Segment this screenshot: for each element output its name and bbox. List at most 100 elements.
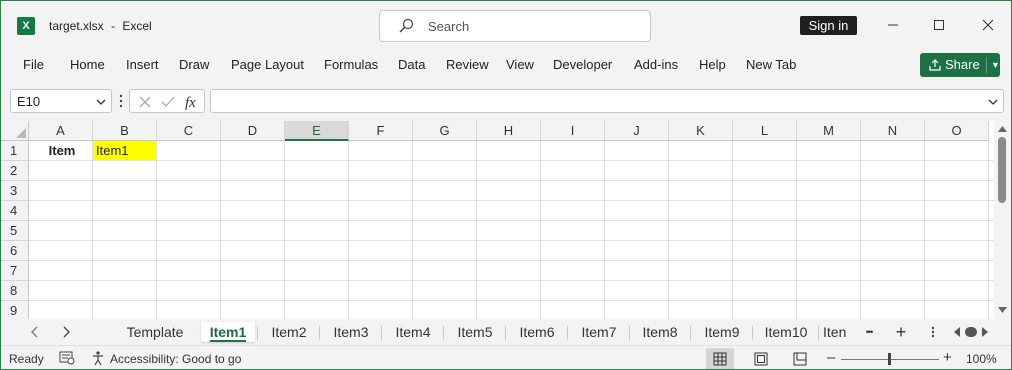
column-header-m[interactable]: M [797,121,861,141]
cancel-x-icon[interactable] [138,95,152,109]
select-all-corner[interactable] [1,121,29,141]
more-sheets-button[interactable]: ••• [857,322,881,342]
insert-function-fx-icon[interactable]: fx [184,93,202,111]
ribbon-tab-developer[interactable]: Developer [553,57,612,72]
ribbon-tab-add-ins[interactable]: Add-ins [634,57,678,72]
excel-window: X target.xlsx - Excel Search Sign in Fil… [0,0,1012,370]
row-header-7[interactable]: 7 [1,261,29,281]
sign-in-button[interactable]: Sign in [800,16,857,35]
horizontal-scroll-icon[interactable] [951,324,993,340]
gridline [29,300,994,301]
ribbon-tab-new-tab[interactable]: New Tab [746,57,796,72]
cell-b1[interactable]: Item1 [93,141,156,160]
zoom-slider-thumb[interactable] [888,353,891,365]
grid-view-icon [713,352,727,366]
worksheet-grid[interactable]: A B C D E F G H I J K L M N O 1 2 3 4 5 … [1,121,1011,319]
share-label: Share [945,57,980,72]
gridline [604,141,605,319]
column-header-a[interactable]: A [29,121,93,141]
row-header-9[interactable]: 9 [1,301,29,319]
minimize-icon[interactable] [881,13,905,37]
scroll-down-arrow-icon[interactable] [998,307,1007,314]
column-header-b[interactable]: B [93,121,157,141]
title-bar: X target.xlsx - Excel Search Sign in [1,1,1011,51]
formula-input[interactable] [210,89,1004,113]
column-header-o[interactable]: O [925,121,989,141]
column-header-g[interactable]: G [413,121,477,141]
ribbon-tab-page-layout[interactable]: Page Layout [231,57,304,72]
row-header-4[interactable]: 4 [1,201,29,221]
chevron-left-icon[interactable] [27,324,43,340]
enter-check-icon[interactable] [161,95,175,109]
ribbon-tab-insert[interactable]: Insert [126,57,159,72]
accessibility-icon[interactable] [91,350,107,366]
row-header-8[interactable]: 8 [1,281,29,301]
ribbon-tab-data[interactable]: Data [398,57,425,72]
status-bar: Ready Accessibility: Good to go – + 100% [1,345,1011,369]
sheet-tab-bar: Template Item1 Item2 Item3 Item4 Item5 I… [1,319,1011,345]
column-header-f[interactable]: F [349,121,413,141]
sheet-tab-item2[interactable]: Item2 [259,322,319,342]
zoom-out-button[interactable]: – [827,349,835,366]
column-header-d[interactable]: D [221,121,285,141]
scroll-up-arrow-icon[interactable] [998,125,1007,132]
sheet-options-icon[interactable] [929,325,937,339]
share-dropdown-chevron-icon[interactable]: ▼ [986,57,1000,73]
page-layout-view-button[interactable] [747,348,775,369]
sheet-tab-template[interactable]: Template [117,322,193,342]
ribbon-tab-formulas[interactable]: Formulas [324,57,378,72]
column-header-h[interactable]: H [477,121,541,141]
more-options-icon[interactable] [117,93,125,109]
ribbon-tab-file[interactable]: File [23,57,44,72]
search-box[interactable]: Search [379,10,651,42]
sheet-tab-item1[interactable]: Item1 [201,322,255,342]
sheet-tab-item6[interactable]: Item6 [507,322,567,342]
sheet-tab-truncated[interactable]: Iten [823,322,855,342]
sheet-tab-item7[interactable]: Item7 [569,322,629,342]
cell-a1[interactable]: Item [29,141,92,160]
ribbon-tabs: File Home Insert Draw Page Layout Formul… [1,51,1011,81]
column-header-j[interactable]: J [605,121,669,141]
close-icon[interactable] [976,13,1000,37]
row-header-6[interactable]: 6 [1,241,29,261]
row-header-1[interactable]: 1 [1,141,29,161]
vertical-scroll-thumb[interactable] [998,137,1006,203]
sheet-tab-item3[interactable]: Item3 [321,322,381,342]
normal-view-button[interactable] [706,348,734,369]
maximize-icon[interactable] [927,13,951,37]
column-header-e[interactable]: E [285,121,349,141]
gridline [476,141,477,319]
page-break-view-button[interactable] [786,348,814,369]
row-header-2[interactable]: 2 [1,161,29,181]
column-header-n[interactable]: N [861,121,925,141]
column-header-i[interactable]: I [541,121,605,141]
gridline [29,280,994,281]
ribbon-tab-help[interactable]: Help [699,57,726,72]
sheet-tab-item10[interactable]: Item10 [754,322,818,342]
expand-formula-chevron-icon[interactable] [987,96,999,108]
row-header-5[interactable]: 5 [1,221,29,241]
chevron-right-icon[interactable] [58,324,74,340]
name-box[interactable]: E10 [10,89,112,113]
row-header-3[interactable]: 3 [1,181,29,201]
gridline [29,240,994,241]
add-sheet-button[interactable]: + [889,322,913,342]
sheet-tab-item5[interactable]: Item5 [445,322,505,342]
ribbon-tab-view[interactable]: View [506,57,534,72]
zoom-level[interactable]: 100% [966,352,997,366]
accessibility-status[interactable]: Accessibility: Good to go [110,352,241,366]
sheet-tab-item9[interactable]: Item9 [692,322,752,342]
vertical-scrollbar[interactable] [994,121,1011,319]
ribbon-tab-home[interactable]: Home [70,57,105,72]
ribbon-tab-draw[interactable]: Draw [179,57,209,72]
sheet-tab-item8[interactable]: Item8 [631,322,689,342]
column-header-k[interactable]: K [669,121,733,141]
chevron-down-icon[interactable] [95,96,107,108]
column-header-c[interactable]: C [157,121,221,141]
column-header-l[interactable]: L [733,121,797,141]
ribbon-tab-review[interactable]: Review [446,57,489,72]
sheet-tab-item4[interactable]: Item4 [383,322,443,342]
macro-recording-icon[interactable] [59,351,75,365]
share-button[interactable]: Share ▼ [920,53,1000,77]
zoom-in-button[interactable]: + [943,349,952,366]
